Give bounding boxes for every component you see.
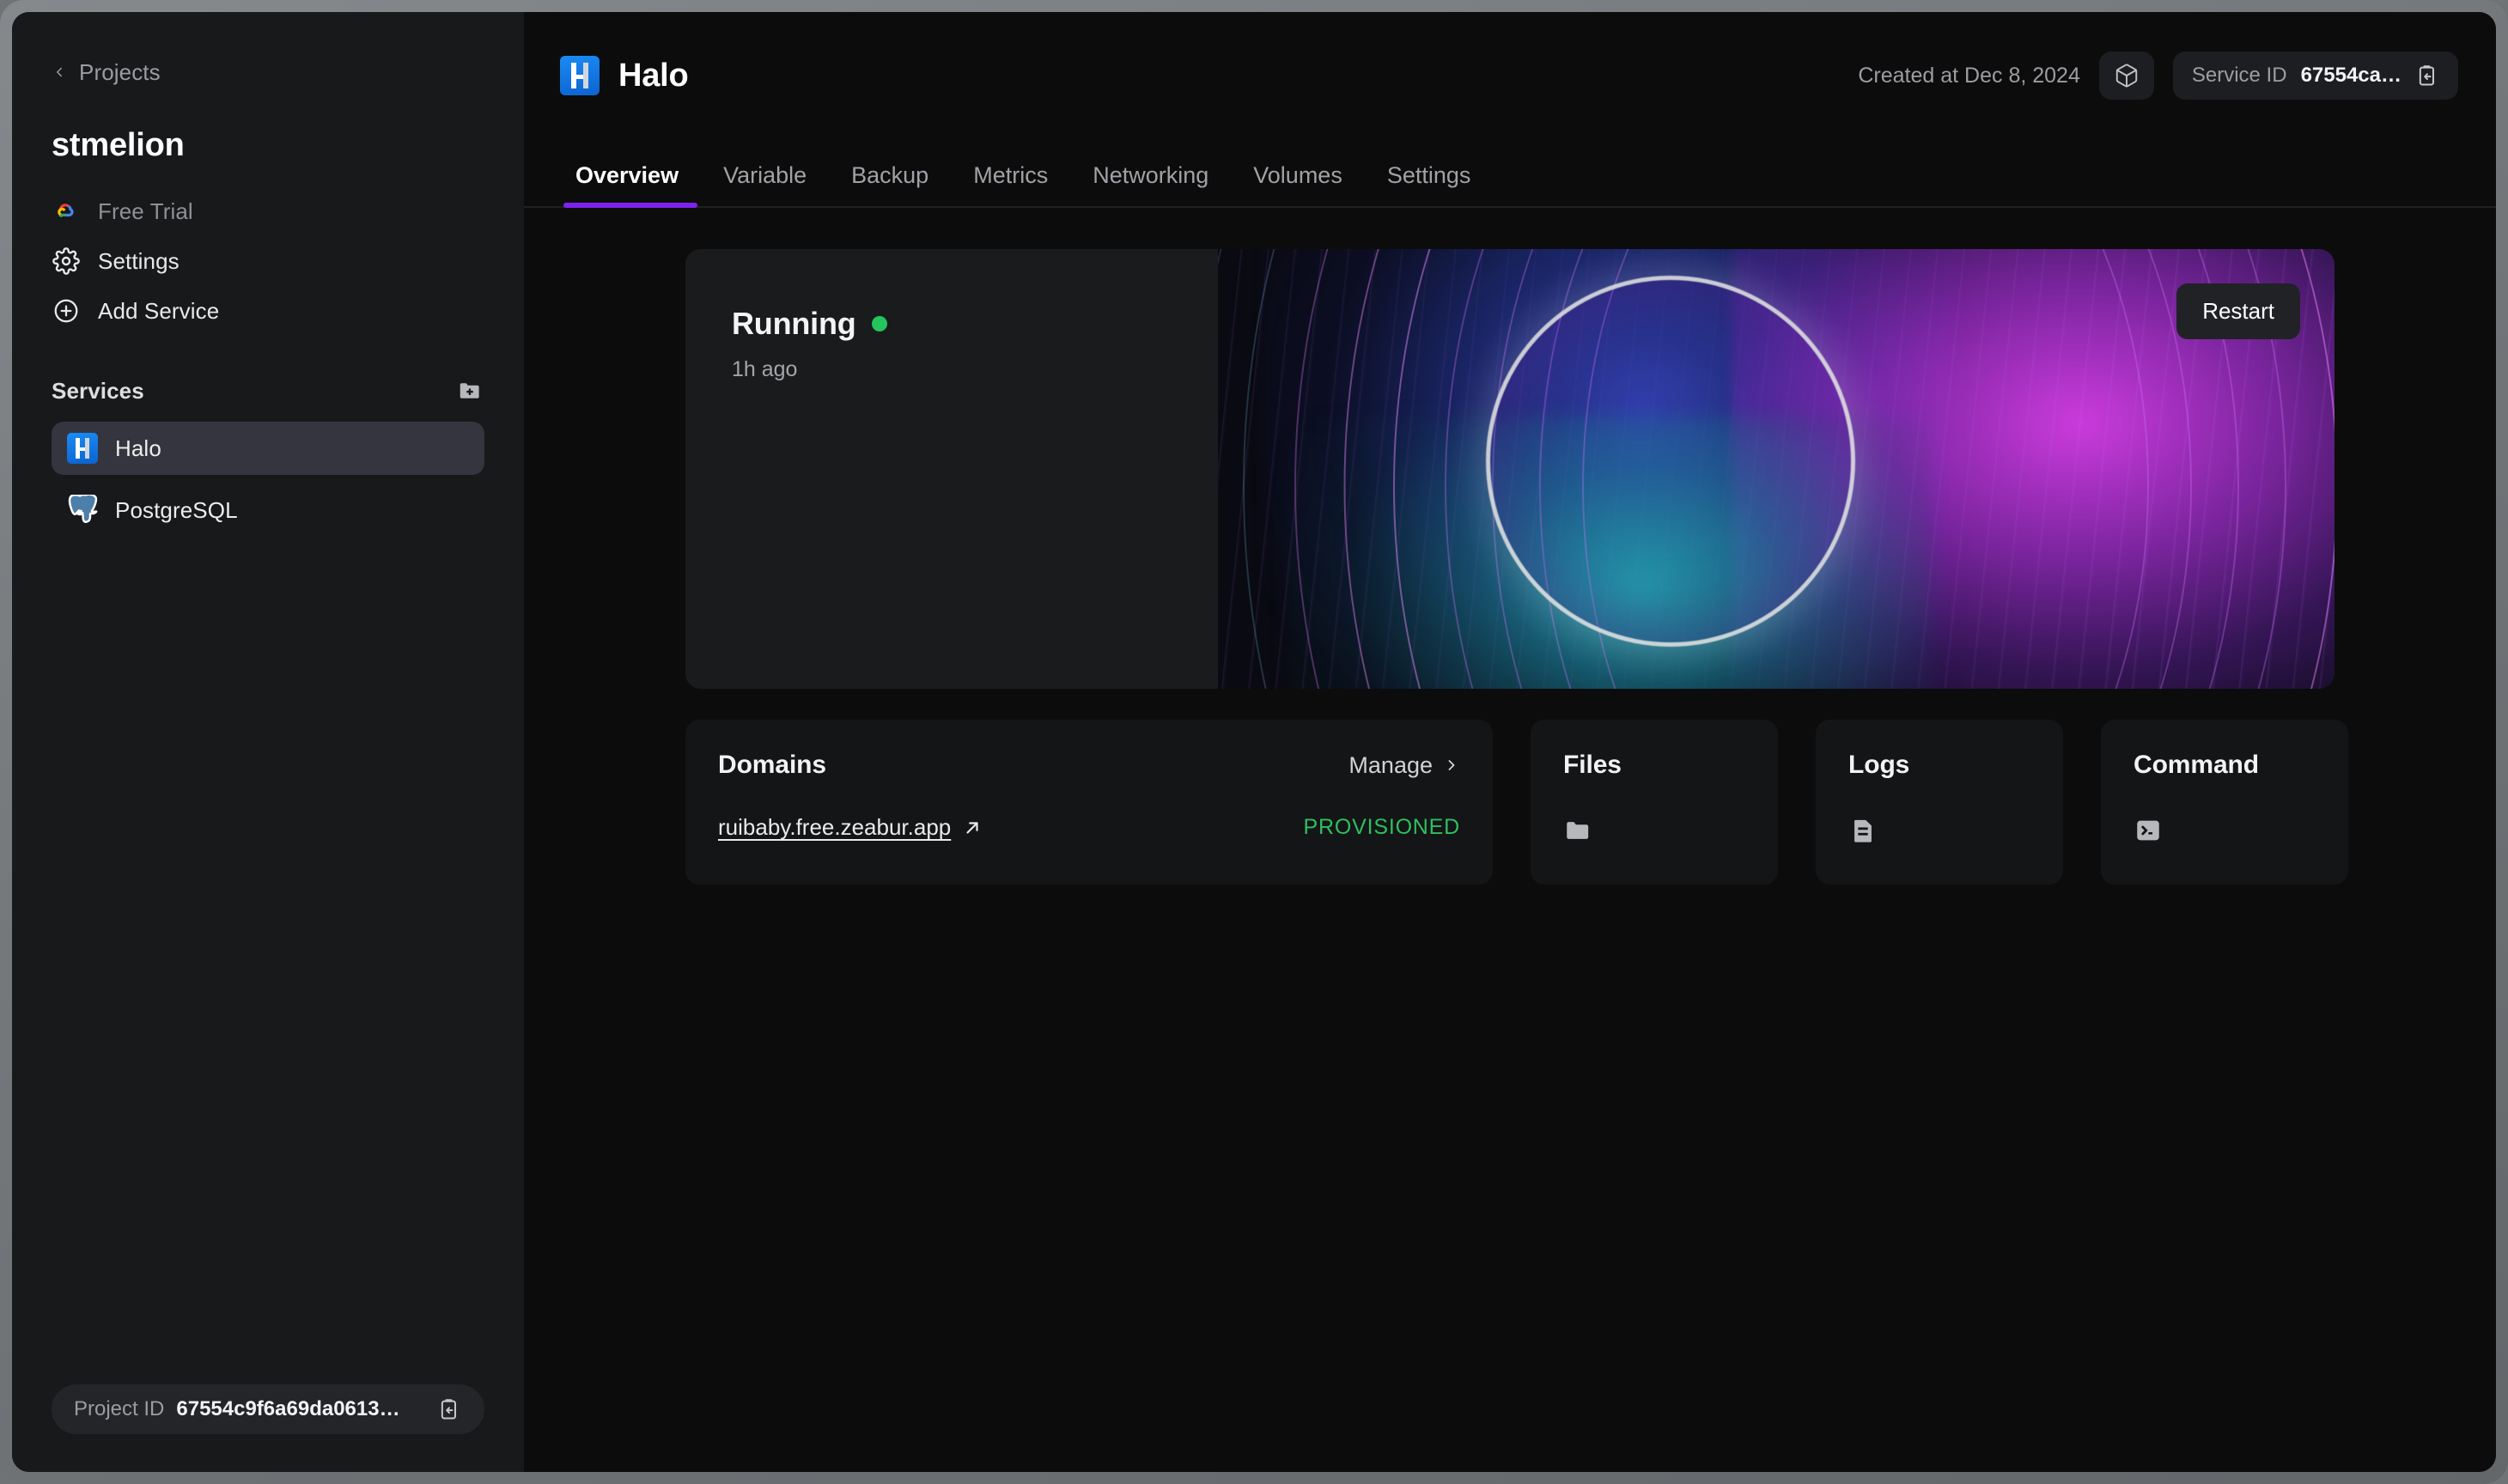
- tab-backup[interactable]: Backup: [829, 162, 951, 208]
- overview-panel: Running 1h ago Restart Domains Manage ru…: [524, 208, 2496, 885]
- copy-clipboard-icon[interactable]: [2415, 64, 2439, 88]
- tab-settings[interactable]: Settings: [1365, 162, 1494, 208]
- back-label: Projects: [79, 58, 161, 85]
- copy-clipboard-icon[interactable]: [436, 1396, 462, 1422]
- logs-card[interactable]: Logs: [1816, 720, 2063, 885]
- folder-icon: [1563, 816, 1592, 845]
- logs-card-title: Logs: [1848, 751, 1910, 779]
- sidebar-item-add-service[interactable]: Add Service: [52, 286, 484, 336]
- decorative-halo-artwork: [1218, 249, 2335, 689]
- postgresql-icon: [67, 495, 98, 526]
- google-cloud-icon: [52, 197, 81, 226]
- service-tabs: Overview Variable Backup Metrics Network…: [524, 139, 2496, 208]
- sidebar-item-label: Free Trial: [98, 198, 193, 224]
- created-at-text: Created at Dec 8, 2024: [1858, 63, 2080, 88]
- tab-metrics[interactable]: Metrics: [951, 162, 1070, 208]
- service-label: Halo: [115, 435, 161, 461]
- project-id-value: 67554c9f6a69da0613…: [176, 1397, 400, 1420]
- halo-icon: [67, 433, 98, 464]
- page-title: Halo: [618, 57, 689, 94]
- tab-networking[interactable]: Networking: [1070, 162, 1231, 208]
- page-title-group: Halo: [560, 56, 689, 95]
- domains-card: Domains Manage ruibaby.free.zeabur.app P…: [685, 720, 1493, 885]
- sidebar-service-postgresql[interactable]: PostgreSQL: [52, 484, 484, 537]
- overview-cards-row: Domains Manage ruibaby.free.zeabur.app P…: [685, 720, 2348, 885]
- files-card-title: Files: [1563, 751, 1622, 779]
- desktop-backdrop: Projects stmelion Free Trial Settings Ad…: [0, 0, 2508, 1484]
- folder-plus-icon[interactable]: [455, 376, 484, 405]
- sidebar-item-label: Add Service: [98, 297, 220, 324]
- services-section-header: Services: [52, 374, 484, 408]
- header-actions: Created at Dec 8, 2024 Service ID 67554c…: [1858, 52, 2458, 100]
- halo-icon: [560, 56, 600, 95]
- back-to-projects-link[interactable]: Projects: [52, 55, 161, 89]
- sidebar-item-label: Settings: [98, 247, 180, 274]
- tab-volumes[interactable]: Volumes: [1231, 162, 1365, 208]
- service-label: PostgreSQL: [115, 496, 238, 523]
- services-title: Services: [52, 377, 144, 404]
- domain-url: ruibaby.free.zeabur.app: [718, 814, 952, 840]
- status-text: Running: [732, 306, 856, 341]
- project-name: stmelion: [52, 127, 185, 163]
- service-id-pill[interactable]: Service ID 67554ca…: [2172, 52, 2458, 100]
- main-content: Halo Created at Dec 8, 2024 Service ID 6…: [524, 12, 2496, 1472]
- domain-status-badge: PROVISIONED: [1303, 815, 1460, 839]
- terminal-icon: [2134, 816, 2163, 845]
- chevron-left-icon: [52, 64, 67, 80]
- cube-icon[interactable]: [2098, 52, 2154, 100]
- status-indicator-dot: [871, 316, 887, 331]
- tab-overview[interactable]: Overview: [560, 162, 701, 208]
- files-card[interactable]: Files: [1531, 720, 1778, 885]
- project-id-label: Project ID: [74, 1397, 165, 1420]
- manage-domains-link[interactable]: Manage: [1348, 752, 1460, 779]
- plus-circle-icon: [52, 296, 81, 325]
- tab-variable[interactable]: Variable: [701, 162, 829, 208]
- services-list: Halo PostgreSQL: [52, 422, 484, 537]
- sidebar-service-halo[interactable]: Halo: [52, 422, 484, 475]
- command-card[interactable]: Command: [2101, 720, 2348, 885]
- restart-button[interactable]: Restart: [2176, 283, 2300, 339]
- domains-card-title: Domains: [718, 751, 826, 779]
- header-bar: Halo Created at Dec 8, 2024 Service ID 6…: [524, 12, 2496, 139]
- gear-icon: [52, 246, 81, 276]
- status-block: Running 1h ago: [685, 249, 1287, 689]
- sidebar-nav: Free Trial Settings Add Service: [52, 186, 484, 336]
- service-id-value: 67554ca…: [2300, 64, 2401, 87]
- chevron-right-icon: [1443, 757, 1460, 774]
- app-window: Projects stmelion Free Trial Settings Ad…: [12, 12, 2496, 1472]
- external-link-icon: [963, 818, 982, 837]
- status-timestamp: 1h ago: [732, 357, 798, 381]
- command-card-title: Command: [2134, 751, 2259, 779]
- domain-link[interactable]: ruibaby.free.zeabur.app: [718, 814, 982, 841]
- sidebar-item-settings[interactable]: Settings: [52, 236, 484, 286]
- service-id-label: Service ID: [2191, 64, 2287, 87]
- service-status-hero: Running 1h ago Restart: [685, 249, 2335, 689]
- manage-label: Manage: [1348, 751, 1433, 778]
- project-id-pill[interactable]: Project ID 67554c9f6a69da0613…: [52, 1384, 484, 1434]
- document-icon: [1848, 816, 1878, 845]
- sidebar: Projects stmelion Free Trial Settings Ad…: [12, 12, 524, 1472]
- sidebar-item-free-trial[interactable]: Free Trial: [52, 186, 484, 236]
